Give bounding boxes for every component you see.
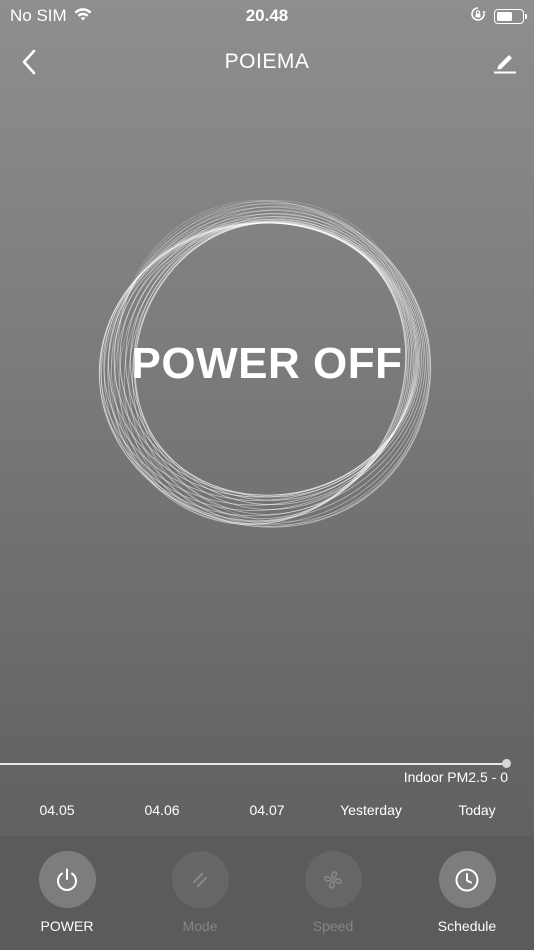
power-button-label: POWER bbox=[40, 918, 94, 934]
power-icon bbox=[57, 868, 77, 891]
schedule-button-label: Schedule bbox=[437, 918, 497, 934]
power-button-circle bbox=[38, 851, 96, 908]
speed-button-label: Speed bbox=[312, 918, 354, 934]
date-item[interactable]: 04.06 bbox=[144, 802, 179, 818]
date-item[interactable]: 04.07 bbox=[249, 802, 284, 818]
control-bar: POWER Mode Speed Schedule bbox=[0, 836, 534, 950]
page-title: POIEMA bbox=[224, 50, 310, 73]
timeline-handle[interactable] bbox=[502, 759, 511, 768]
carrier-label: No SIM bbox=[10, 6, 67, 25]
status-bar: No SIM 20.48 bbox=[0, 0, 534, 32]
schedule-button-circle bbox=[438, 851, 496, 908]
power-button[interactable]: POWER bbox=[22, 851, 112, 934]
date-row: 04.05 04.06 04.07 Yesterday Today bbox=[0, 802, 534, 824]
power-status-label: POWER OFF bbox=[131, 339, 403, 388]
date-item[interactable]: Yesterday bbox=[340, 802, 402, 818]
fan-icon bbox=[324, 870, 342, 889]
status-right bbox=[470, 6, 527, 27]
chevron-left-icon bbox=[22, 49, 36, 75]
rotation-lock-icon bbox=[470, 6, 486, 27]
back-button[interactable] bbox=[14, 47, 44, 77]
mode-icon bbox=[192, 872, 208, 887]
date-item[interactable]: 04.05 bbox=[39, 802, 74, 818]
pm-label: Indoor PM2.5 - 0 bbox=[403, 769, 508, 785]
nav-bar: POIEMA bbox=[0, 40, 534, 84]
power-ring[interactable]: POWER OFF bbox=[95, 192, 439, 536]
speed-button-circle bbox=[304, 851, 362, 908]
pencil-icon bbox=[494, 55, 516, 74]
date-item[interactable]: Today bbox=[458, 802, 495, 818]
mode-button[interactable]: Mode bbox=[155, 851, 245, 934]
battery-icon bbox=[494, 8, 527, 24]
clock-icon bbox=[455, 868, 479, 891]
speed-button[interactable]: Speed bbox=[288, 851, 378, 934]
timeline-line bbox=[0, 763, 506, 765]
status-left: No SIM bbox=[10, 6, 93, 27]
edit-button[interactable] bbox=[490, 47, 520, 77]
schedule-button[interactable]: Schedule bbox=[422, 851, 512, 934]
wifi-icon bbox=[73, 6, 93, 27]
mode-button-circle bbox=[171, 851, 229, 908]
mode-button-label: Mode bbox=[182, 918, 218, 934]
battery-fill bbox=[497, 11, 512, 21]
